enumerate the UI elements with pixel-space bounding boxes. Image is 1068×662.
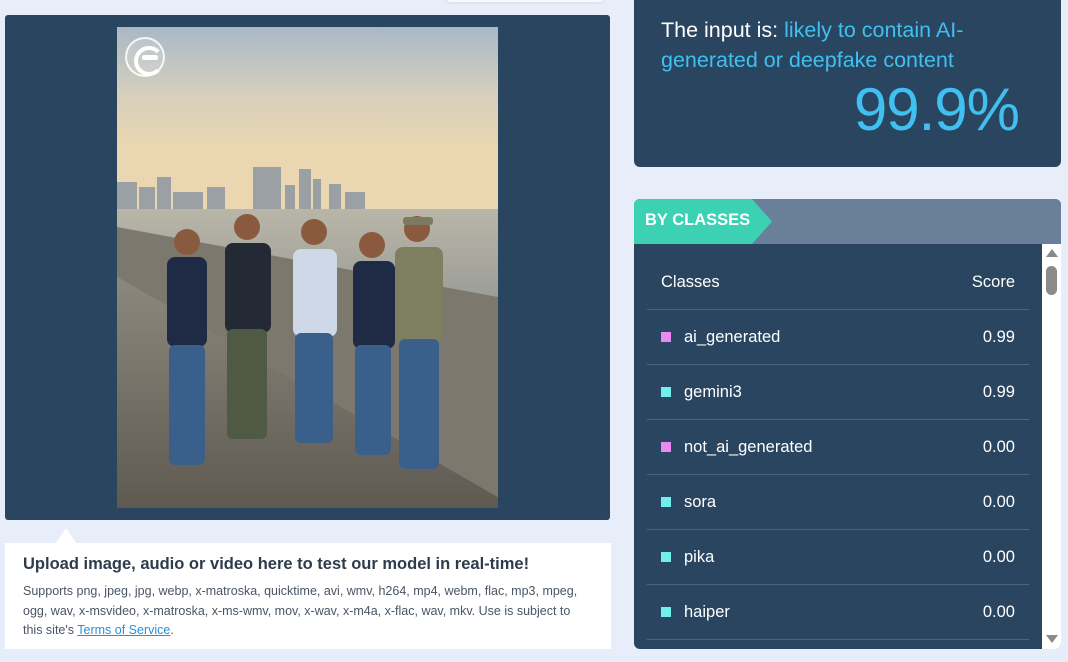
- result-score: 99.9%: [853, 76, 1020, 143]
- class-row-left: pika: [661, 548, 714, 567]
- table-header: Classes Score: [647, 244, 1029, 310]
- class-name: haiper: [684, 602, 730, 621]
- class-score: 0.00: [982, 437, 1015, 456]
- class-score: 0.00: [982, 547, 1015, 566]
- uploaded-image: [117, 27, 498, 508]
- scroll-up-arrow-icon[interactable]: [1046, 249, 1058, 257]
- class-row-left: ai_generated: [661, 328, 780, 347]
- class-name: gemini3: [684, 382, 742, 401]
- classes-table: Classes Score ai_generated 0.99 gemini3 0.9…: [647, 244, 1029, 640]
- terms-of-service-link[interactable]: Terms of Service: [77, 623, 170, 637]
- photo-scene: [117, 27, 498, 508]
- class-row: not_ai_generated 0.00: [647, 420, 1029, 475]
- scroll-down-arrow-icon[interactable]: [1046, 635, 1058, 643]
- class-color-swatch: [661, 607, 671, 617]
- class-row-left: gemini3: [661, 383, 742, 402]
- class-color-swatch: [661, 552, 671, 562]
- class-row-left: sora: [661, 493, 716, 512]
- image-preview-panel[interactable]: [5, 15, 610, 520]
- class-score: 0.99: [982, 327, 1015, 346]
- class-row: gemini3 0.99: [647, 365, 1029, 420]
- class-score: 0.00: [982, 492, 1015, 511]
- class-row: ai_generated 0.99: [647, 310, 1029, 365]
- class-row: haiper 0.00: [647, 585, 1029, 640]
- class-score: 0.99: [982, 382, 1015, 401]
- class-color-swatch: [661, 497, 671, 507]
- class-row-left: haiper: [661, 603, 730, 622]
- upload-desc-end: .: [170, 623, 174, 637]
- top-card-edge: [445, 0, 605, 2]
- upload-description: Supports png, jpeg, jpg, webp, x-matrosk…: [23, 582, 593, 641]
- class-name: ai_generated: [684, 327, 781, 346]
- upload-pointer: [56, 528, 76, 543]
- class-row-left: not_ai_generated: [661, 438, 812, 457]
- by-classes-tag: BY CLASSES: [634, 199, 772, 244]
- upload-info-box[interactable]: Upload image, audio or video here to tes…: [5, 543, 611, 649]
- class-name: not_ai_generated: [684, 437, 813, 456]
- logo-watermark-icon: [125, 37, 165, 77]
- upload-title: Upload image, audio or video here to tes…: [23, 555, 530, 573]
- column-header-classes: Classes: [661, 273, 720, 291]
- classes-panel: BY CLASSES Classes Score ai_generated 0.9…: [634, 199, 1061, 649]
- result-prefix: The input is:: [661, 18, 785, 42]
- class-score: 0.00: [982, 602, 1015, 621]
- class-color-swatch: [661, 332, 671, 342]
- class-name: pika: [684, 547, 715, 566]
- class-color-swatch: [661, 442, 671, 452]
- scroll-thumb[interactable]: [1046, 266, 1057, 295]
- column-header-score: Score: [971, 273, 1015, 291]
- class-color-swatch: [661, 387, 671, 397]
- class-name: sora: [684, 492, 717, 511]
- class-row: sora 0.00: [647, 475, 1029, 530]
- class-rows: ai_generated 0.99 gemini3 0.99 not_ai_genera…: [647, 310, 1029, 640]
- result-panel: The input is: likely to contain AI-gener…: [634, 0, 1061, 167]
- result-text: The input is: likely to contain AI-gener…: [661, 15, 1034, 75]
- class-row: pika 0.00: [647, 530, 1029, 585]
- classes-header: BY CLASSES: [634, 199, 1061, 244]
- classes-scrollbar[interactable]: [1042, 244, 1061, 649]
